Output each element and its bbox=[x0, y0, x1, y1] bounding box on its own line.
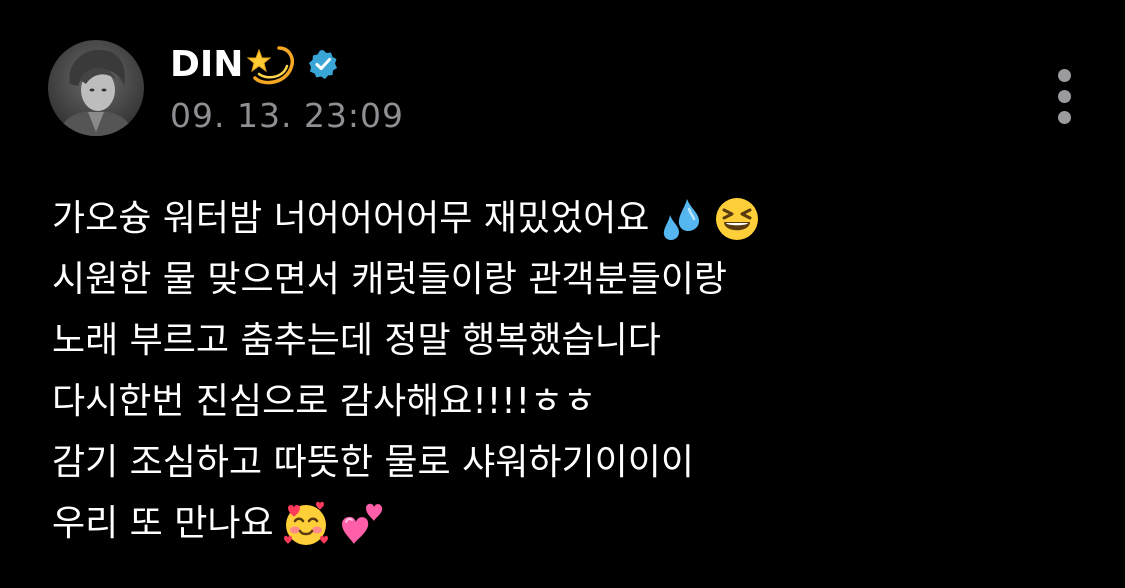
grinning-squinting-face-emoji-icon bbox=[713, 195, 761, 243]
post-line-text: 시원한 물 맞으면서 캐럿들이랑 관객분들이랑 bbox=[52, 259, 728, 300]
post-line: 노래 부르고 춤추는데 정말 행복했습니다 bbox=[52, 310, 1092, 371]
post-line: 다시한번 진심으로 감사해요!!!!ㅎㅎ bbox=[52, 371, 1092, 432]
more-dot-icon bbox=[1058, 69, 1071, 82]
avatar-image bbox=[48, 40, 144, 136]
post-line-text: 다시한번 진심으로 감사해요!!!!ㅎㅎ bbox=[52, 381, 597, 422]
dizzy-star-emoji-icon bbox=[245, 38, 297, 90]
post-line-text: 가오슝 워터밤 너어어어어무 재밌었어요 bbox=[52, 198, 650, 239]
author-name[interactable]: DIN bbox=[170, 44, 243, 85]
post-body: 가오슝 워터밤 너어어어어무 재밌었어요 시원한 물 맞으면서 캐럿들이랑 관객… bbox=[52, 188, 1092, 554]
sweat-droplets-emoji-icon bbox=[657, 195, 705, 243]
post-line: 시원한 물 맞으면서 캐럿들이랑 관객분들이랑 bbox=[52, 249, 1092, 310]
post-line: 가오슝 워터밤 너어어어어무 재밌었어요 bbox=[52, 188, 1092, 249]
avatar[interactable] bbox=[48, 40, 144, 136]
smiling-face-with-hearts-emoji-icon bbox=[282, 500, 330, 548]
verified-badge-icon bbox=[307, 48, 339, 80]
post-line-text: 노래 부르고 춤추는데 정말 행복했습니다 bbox=[52, 320, 661, 361]
author-row: DIN bbox=[170, 38, 339, 90]
post-line: 감기 조심하고 따뜻한 물로 샤워하기이이이 bbox=[52, 432, 1092, 493]
post-timestamp: 09. 13. 23:09 bbox=[170, 96, 405, 135]
more-options-button[interactable] bbox=[1048, 66, 1082, 128]
two-hearts-emoji-icon bbox=[338, 500, 386, 548]
post-line-text: 우리 또 만나요 bbox=[52, 503, 274, 544]
post-line: 우리 또 만나요 bbox=[52, 493, 1092, 554]
more-dot-icon bbox=[1058, 111, 1071, 124]
post-card: DIN 09. 13. 23:09 가오슝 워터밤 너어어어어무 재밌었어요 시… bbox=[0, 0, 1125, 588]
more-dot-icon bbox=[1058, 90, 1071, 103]
post-line-text: 감기 조심하고 따뜻한 물로 샤워하기이이이 bbox=[52, 442, 694, 483]
